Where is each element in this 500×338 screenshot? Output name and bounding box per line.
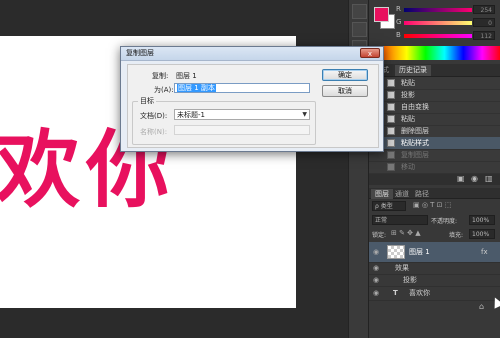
eye-icon[interactable]: ◉ xyxy=(373,242,379,262)
filter-icons[interactable]: ▣ ◎ T ⊡ ⬚ xyxy=(413,201,451,209)
channel-r-slider[interactable] xyxy=(404,8,472,12)
color-panel: R 254 G 0 B 112 xyxy=(369,0,500,44)
effects-label: 效果 xyxy=(395,264,409,272)
blend-mode-select[interactable]: 正常 xyxy=(372,215,428,225)
tab-paths[interactable]: 路径 xyxy=(411,189,433,199)
channel-b-slider[interactable] xyxy=(404,34,472,38)
layer-row-selected[interactable]: ◉ 图层 1 fx xyxy=(369,242,500,263)
history-state-icon xyxy=(387,151,395,159)
eye-icon[interactable]: ◉ xyxy=(373,274,379,286)
channel-b-value[interactable]: 112 xyxy=(473,31,495,40)
right-panels: R 254 G 0 B 112 样式 历史记录 粘贴 投影 自由变换 粘贴 删除… xyxy=(368,0,500,338)
foreground-color-swatch[interactable] xyxy=(374,7,389,22)
lock-label: 锁定: xyxy=(372,232,387,239)
history-list: 粘贴 投影 自由变换 粘贴 删除图层 粘贴样式 复制图层 移动 xyxy=(369,77,500,185)
dialog-title: 复制图层 xyxy=(126,49,154,57)
layer-name[interactable]: 图层 1 xyxy=(409,242,430,262)
layer-name[interactable]: 喜欢你 xyxy=(409,286,430,300)
layer-row[interactable]: ◉ T 喜欢你 xyxy=(369,286,500,301)
document-select[interactable]: 未标题-1 ▼ xyxy=(174,109,310,120)
tab-layers[interactable]: 图层 xyxy=(371,189,393,199)
layers-panel: 图层 通道 路径 ρ 类型 ▣ ◎ T ⊡ ⬚ 正常 不透明度: 100% 锁定… xyxy=(369,188,500,338)
history-state-icon xyxy=(387,91,395,99)
history-state-icon xyxy=(387,139,395,147)
snapshot-icon[interactable]: ◉ xyxy=(471,174,478,183)
swatches-icon[interactable] xyxy=(352,22,367,37)
chevron-down-icon: ▼ xyxy=(302,111,307,118)
copy-value: 图层 1 xyxy=(176,72,197,80)
new-document-from-state-icon[interactable]: ▣ xyxy=(457,174,465,183)
copy-label: 复制: xyxy=(152,72,169,80)
opacity-label: 不透明度: xyxy=(431,218,458,225)
eye-icon[interactable]: ◉ xyxy=(373,262,379,274)
layers-tabs: 图层 通道 路径 xyxy=(369,188,500,199)
document-select-value: 未标题-1 xyxy=(177,111,205,119)
layer-thumbnail xyxy=(387,245,405,259)
channel-g-label: G xyxy=(396,18,402,26)
opacity-input[interactable]: 100% xyxy=(469,215,495,225)
tab-channels[interactable]: 通道 xyxy=(391,189,413,199)
history-state-icon xyxy=(387,79,395,87)
layer-filter-select[interactable]: ρ 类型 xyxy=(372,201,406,211)
name-input-disabled xyxy=(174,125,310,135)
history-item[interactable]: 移动 xyxy=(369,161,500,174)
name-label: 名称(N): xyxy=(140,128,168,136)
fx-icon[interactable]: fx xyxy=(481,242,488,262)
channel-g-value[interactable]: 0 xyxy=(473,18,495,27)
type-layer-icon: T xyxy=(393,289,398,297)
channel-r-label: R xyxy=(396,5,401,13)
close-button[interactable]: x xyxy=(360,48,380,58)
channel-r-value[interactable]: 254 xyxy=(473,5,495,14)
history-state-icon xyxy=(387,127,395,135)
as-name-value: 图层 1 副本 xyxy=(177,84,216,92)
history-state-icon xyxy=(387,115,395,123)
history-state-icon xyxy=(387,163,395,171)
duplicate-layer-dialog: 复制图层 x 复制: 图层 1 为(A): 图层 1 副本 目标 文档(D): … xyxy=(120,46,384,152)
ok-button[interactable]: 确定 xyxy=(322,69,368,81)
target-group xyxy=(132,101,316,145)
fill-input[interactable]: 100% xyxy=(469,229,495,239)
eye-icon[interactable]: ◉ xyxy=(373,286,379,300)
history-state-icon xyxy=(387,103,395,111)
dialog-body: 复制: 图层 1 为(A): 图层 1 副本 目标 文档(D): 未标题-1 ▼… xyxy=(127,64,379,148)
trash-icon[interactable]: ▥ xyxy=(485,174,493,183)
dialog-titlebar[interactable]: 复制图层 x xyxy=(121,47,383,61)
target-label: 目标 xyxy=(138,96,156,106)
tab-history[interactable]: 历史记录 xyxy=(395,65,431,76)
as-name-input[interactable]: 图层 1 副本 xyxy=(174,83,310,93)
lock-icons[interactable]: ⊞ ✎ ✥ ▲ xyxy=(391,229,421,237)
effect-dropshadow-label: 投影 xyxy=(403,276,417,284)
history-tabs: 样式 历史记录 xyxy=(369,64,500,77)
document-label: 文档(D): xyxy=(140,112,168,120)
channel-b-label: B xyxy=(396,31,401,39)
color-spectrum[interactable] xyxy=(369,46,500,60)
as-label: 为(A): xyxy=(154,86,174,94)
channel-g-slider[interactable] xyxy=(404,21,472,25)
layers-menu-icon[interactable]: ⌂ xyxy=(479,302,484,311)
fill-label: 填充: xyxy=(449,232,464,239)
cancel-button[interactable]: 取消 xyxy=(322,85,368,97)
history-footer: ▣ ◉ ▥ xyxy=(369,174,500,185)
color-panel-icon[interactable] xyxy=(352,4,367,19)
